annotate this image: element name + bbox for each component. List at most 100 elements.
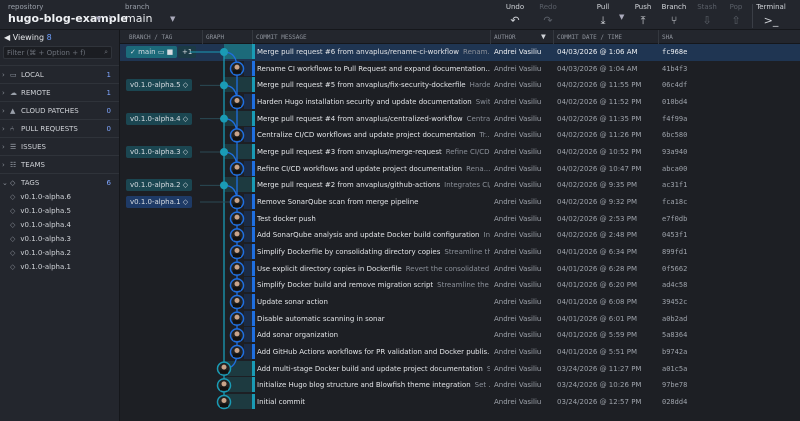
section-icon: ☷ bbox=[10, 161, 17, 169]
commit-author: Andrei Vasiliu bbox=[494, 298, 542, 306]
commit-summary: Simplify Dockerfile by consolidating dir… bbox=[257, 248, 441, 256]
merge-commit-dot bbox=[220, 181, 228, 190]
commit-description: Integrates CI/... bbox=[444, 181, 490, 190]
chevron-right-icon: › bbox=[2, 71, 5, 79]
pop-button[interactable]: Pop ⇧ bbox=[719, 3, 753, 27]
sidebar-section-cloud-patches[interactable]: › ▲ CLOUD PATCHES 0 bbox=[0, 101, 119, 119]
commit-message[interactable]: Initial commit bbox=[252, 394, 490, 409]
commit-description: Streamline th... bbox=[444, 248, 490, 256]
tag-icon: ◇ bbox=[10, 207, 16, 215]
commit-summary: Initial commit bbox=[257, 398, 306, 406]
stash-label: Stash bbox=[697, 3, 717, 11]
commit-message[interactable]: Merge pull request #3 from anvaplus/merg… bbox=[252, 144, 490, 159]
commit-date: 04/03/2026 @ 1:06 AM bbox=[557, 48, 638, 56]
commit-message[interactable]: Centralize CI/CD workflows and update pr… bbox=[252, 127, 490, 143]
branch-icon: ⑂ bbox=[670, 14, 678, 27]
search-icon: ⌕ bbox=[104, 48, 108, 56]
avatar-body bbox=[233, 253, 241, 257]
section-count: 1 bbox=[106, 71, 111, 79]
commit-sha: 97be78 bbox=[662, 381, 688, 390]
sidebar-tag[interactable]: ◇ v0.1.0-alpha.4 bbox=[10, 221, 71, 229]
sidebar-section-remote[interactable]: › ☁ REMOTE 1 bbox=[0, 83, 119, 101]
avatar-body bbox=[220, 386, 228, 391]
commit-message[interactable]: Update sonar action bbox=[252, 294, 490, 309]
branch-selector[interactable]: main bbox=[125, 12, 152, 25]
filter-input[interactable]: Filter (⌘ + Option + f) ⌕ bbox=[3, 46, 112, 59]
avatar-body bbox=[233, 270, 241, 274]
col-message[interactable]: COMMIT MESSAGE bbox=[256, 34, 307, 41]
avatar-body bbox=[233, 220, 241, 224]
avatar-body bbox=[220, 403, 228, 407]
sidebar-tag[interactable]: ◇ v0.1.0-alpha.3 bbox=[10, 235, 71, 243]
commit-message[interactable]: Add multi-stage Docker build and update … bbox=[252, 360, 490, 376]
chevron-right-icon: › bbox=[2, 89, 5, 97]
sidebar-section-local[interactable]: › ▭ LOCAL 1 bbox=[0, 65, 119, 83]
section-icon: ▲ bbox=[10, 107, 16, 115]
branch-button[interactable]: Branch ⑂ bbox=[657, 3, 691, 27]
chevron-right-icon: › bbox=[2, 125, 5, 133]
redo-button[interactable]: Redo ↷ bbox=[531, 3, 565, 27]
commit-message[interactable]: Add sonar organization bbox=[252, 327, 490, 343]
commit-author: Andrei Vasiliu bbox=[494, 381, 542, 390]
sidebar-tag[interactable]: ◇ v0.1.0-alpha.5 bbox=[10, 207, 71, 215]
commit-message[interactable]: Initialize Hugo blog structure and Blowf… bbox=[252, 377, 490, 393]
undo-label: Undo bbox=[505, 3, 525, 11]
undo-button[interactable]: Undo ↶ bbox=[498, 3, 532, 27]
sidebar-section-issues[interactable]: › ☰ ISSUES bbox=[0, 137, 119, 155]
toolbar: repository hugo-blog-example ▼ › branch … bbox=[0, 0, 800, 30]
commit-message[interactable]: Rename CI workflows to Pull Request and … bbox=[252, 60, 490, 76]
sidebar-section-tags[interactable]: ⌄ ◇ TAGS 6 bbox=[0, 173, 119, 191]
avatar-face bbox=[234, 198, 240, 203]
pull-button[interactable]: Pull ⤓ bbox=[586, 3, 620, 28]
avatar-face bbox=[234, 164, 240, 170]
commit-message[interactable]: Refine CI/CD workflows and update projec… bbox=[252, 160, 490, 176]
commit-message[interactable]: Merge pull request #4 from anvaplus/cent… bbox=[252, 110, 490, 126]
commit-summary: Merge pull request #5 from anvaplus/fix-… bbox=[257, 81, 466, 90]
commit-message[interactable]: Add GitHub Actions workflows for PR vali… bbox=[252, 344, 490, 359]
col-sha[interactable]: SHA bbox=[662, 34, 673, 41]
chevron-down-icon: ⌄ bbox=[2, 179, 8, 187]
commit-message[interactable]: Add SonarQube analysis and update Docker… bbox=[252, 227, 490, 243]
branch-dropdown-icon[interactable]: ▼ bbox=[170, 15, 175, 23]
sidebar-tag[interactable]: ◇ v0.1.0-alpha.2 bbox=[10, 249, 71, 257]
commit-message[interactable]: Remove SonarQube scan from merge pipelin… bbox=[252, 194, 490, 209]
col-graph[interactable]: GRAPH bbox=[206, 34, 224, 41]
push-button[interactable]: Push ⤒ bbox=[626, 3, 660, 28]
terminal-button[interactable]: Terminal >_ bbox=[754, 3, 788, 27]
commit-author: Andrei Vasiliu bbox=[494, 331, 542, 340]
commit-message[interactable]: Disable automatic scanning in sonar bbox=[252, 310, 490, 326]
pop-label: Pop bbox=[729, 3, 743, 11]
repo-dropdown-icon[interactable]: ▼ bbox=[96, 15, 101, 23]
sidebar-section-pull-requests[interactable]: › ⑃ PULL REQUESTS 0 bbox=[0, 119, 119, 137]
commit-summary: Add multi-stage Docker build and update … bbox=[257, 364, 483, 373]
pull-options-icon[interactable]: ▼ bbox=[619, 13, 624, 21]
commit-message[interactable]: Use explicit directory copies in Dockerf… bbox=[252, 260, 490, 276]
commit-message[interactable]: Simplify Dockerfile by consolidating dir… bbox=[252, 244, 490, 259]
commit-message[interactable]: Simplify Docker build and remove migrati… bbox=[252, 277, 490, 293]
merge-commit-dot bbox=[220, 48, 228, 56]
filter-icon[interactable]: ▼ bbox=[541, 32, 546, 41]
avatar-body bbox=[233, 203, 241, 207]
redo-label: Redo bbox=[539, 3, 557, 11]
commit-date: 04/02/2026 @ 9:32 PM bbox=[557, 198, 638, 206]
commit-message[interactable]: Merge pull request #2 from anvaplus/gith… bbox=[252, 177, 490, 193]
avatar-face bbox=[234, 231, 240, 237]
sidebar-tag[interactable]: ◇ v0.1.0-alpha.6 bbox=[10, 193, 71, 201]
avatar-body bbox=[233, 320, 241, 324]
commit-message[interactable]: Merge pull request #5 from anvaplus/fix-… bbox=[252, 77, 490, 93]
commit-message[interactable]: Merge pull request #6 from anvaplus/rena… bbox=[252, 44, 490, 59]
commit-message[interactable]: Test docker push bbox=[252, 210, 490, 226]
commit-message[interactable]: Harden Hugo installation security and up… bbox=[252, 94, 490, 109]
col-branch[interactable]: BRANCH / TAG bbox=[129, 34, 172, 41]
commit-date: 03/24/2026 @ 12:57 PM bbox=[557, 398, 642, 406]
col-date[interactable]: COMMIT DATE / TIME bbox=[557, 34, 622, 41]
sidebar-section-teams[interactable]: › ☷ TEAMS bbox=[0, 155, 119, 173]
tag-icon: ◇ bbox=[10, 249, 16, 257]
viewing-toggle[interactable]: ◀ Viewing 8 bbox=[4, 33, 52, 42]
sidebar-tag[interactable]: ◇ v0.1.0-alpha.1 bbox=[10, 263, 71, 271]
commit-date: 04/02/2026 @ 11:55 PM bbox=[557, 81, 642, 90]
chevron-right-icon: › bbox=[2, 143, 5, 151]
col-author[interactable]: AUTHOR bbox=[494, 34, 516, 41]
commit-date: 03/24/2026 @ 11:27 PM bbox=[557, 364, 642, 373]
commit-summary: Add sonar organization bbox=[257, 331, 339, 340]
